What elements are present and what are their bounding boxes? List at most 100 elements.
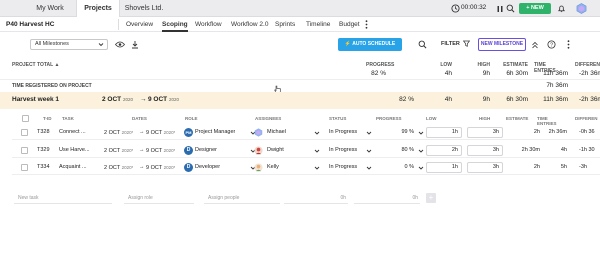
task-time-entries[interactable]: 5h bbox=[542, 160, 567, 175]
auto-schedule-button[interactable]: ⚡ AUTO SCHEDULE bbox=[338, 38, 402, 51]
eye-icon[interactable] bbox=[115, 40, 125, 49]
assign-role-select[interactable]: Assign role bbox=[124, 192, 194, 204]
pause-icon[interactable] bbox=[495, 4, 504, 13]
col-low[interactable]: LOW bbox=[426, 116, 437, 121]
total-high: 9h bbox=[482, 70, 490, 77]
chevron-down-icon[interactable] bbox=[364, 163, 373, 172]
task-start-date[interactable]: 2 OCT 2020* bbox=[104, 160, 133, 175]
nav-workflow-2[interactable]: Workflow 2.0 bbox=[231, 17, 268, 32]
tab-shovels-ltd[interactable]: Shovels Ltd. bbox=[120, 0, 168, 17]
task-end-date[interactable]: 9 OCT 2020* bbox=[146, 160, 175, 175]
nav-scoping[interactable]: Scoping bbox=[162, 17, 188, 32]
col-assignees[interactable]: ASSIGNEES bbox=[255, 116, 281, 121]
task-assignee[interactable]: Kelly bbox=[267, 160, 279, 175]
bell-icon[interactable] bbox=[557, 4, 566, 13]
new-button[interactable]: + NEW bbox=[519, 3, 551, 14]
col-progress[interactable]: PROGRESS bbox=[376, 116, 402, 121]
avatar[interactable] bbox=[576, 3, 587, 14]
task-end-date[interactable]: 9 OCT 2020* bbox=[146, 125, 175, 140]
chevron-down-icon[interactable] bbox=[364, 128, 373, 137]
task-time-entries[interactable]: 4h bbox=[542, 143, 567, 158]
task-assignee[interactable]: Michael bbox=[267, 125, 286, 140]
nav-budget[interactable]: Budget bbox=[339, 17, 360, 32]
nav-workflow[interactable]: Workflow bbox=[195, 17, 222, 32]
col-status[interactable]: STATUS bbox=[329, 116, 346, 121]
chevron-down-icon[interactable] bbox=[416, 146, 425, 155]
task-status[interactable]: In Progress bbox=[329, 143, 357, 158]
col-dates[interactable]: DATES bbox=[132, 116, 147, 121]
new-low-input[interactable]: 0h bbox=[284, 192, 348, 204]
total-progress: 82 % bbox=[371, 70, 386, 77]
divider bbox=[118, 19, 119, 30]
nav-sprints[interactable]: Sprints bbox=[275, 17, 295, 32]
low-input[interactable]: 1h bbox=[426, 162, 462, 173]
task-start-date[interactable]: 2 OCT 2020* bbox=[104, 143, 133, 158]
collapse-icon[interactable] bbox=[531, 40, 539, 49]
col-task[interactable]: TASK bbox=[62, 116, 74, 121]
chevron-up-icon: ▲ bbox=[54, 62, 60, 68]
table-row[interactable]: T329 Use Harve... 2 OCT 2020* → 9 OCT 20… bbox=[12, 143, 600, 158]
assignee-avatar bbox=[254, 163, 263, 172]
task-name[interactable]: Connect ... bbox=[59, 125, 97, 140]
milestone-name[interactable]: Harvest week 1 bbox=[12, 96, 59, 103]
table-row[interactable]: T334 Acquaint ... 2 OCT 2020* → 9 OCT 20… bbox=[12, 160, 600, 175]
project-total-header[interactable]: PROJECT TOTAL ▲ bbox=[12, 62, 59, 68]
filter-icon bbox=[461, 40, 471, 47]
row-checkbox[interactable] bbox=[21, 147, 28, 154]
new-milestone-button[interactable]: NEW MILESTONE bbox=[478, 38, 526, 51]
row-checkbox[interactable] bbox=[21, 164, 28, 171]
chevron-down-icon[interactable] bbox=[416, 163, 425, 172]
task-name[interactable]: Use Harve... bbox=[59, 143, 97, 158]
search-icon[interactable] bbox=[506, 4, 515, 13]
assign-people-select[interactable]: Assign people bbox=[204, 192, 280, 204]
col-tid[interactable]: T-ID bbox=[43, 116, 52, 121]
task-status[interactable]: In Progress bbox=[329, 160, 357, 175]
low-input[interactable]: 1h bbox=[426, 127, 462, 138]
filter-button[interactable]: FILTER bbox=[441, 38, 471, 51]
task-role[interactable]: Project Manager bbox=[195, 125, 235, 140]
task-role[interactable]: Developer bbox=[195, 160, 220, 175]
high-input[interactable]: 3h bbox=[467, 127, 503, 138]
task-status[interactable]: In Progress bbox=[329, 125, 357, 140]
task-time-entries[interactable]: 2h 36m bbox=[542, 125, 567, 140]
row-checkbox[interactable] bbox=[21, 129, 28, 136]
chevron-down-icon[interactable] bbox=[312, 146, 321, 155]
high-input[interactable]: 3h bbox=[467, 145, 503, 156]
tab-projects[interactable]: Projects bbox=[76, 0, 120, 17]
download-icon[interactable] bbox=[131, 40, 139, 49]
select-all-checkbox[interactable] bbox=[22, 115, 29, 122]
chevron-down-icon[interactable] bbox=[312, 128, 321, 137]
chevron-down-icon[interactable] bbox=[416, 128, 425, 137]
clock-icon[interactable] bbox=[451, 4, 460, 13]
milestone-select[interactable]: All Milestones bbox=[30, 39, 108, 50]
add-task-button[interactable]: + bbox=[426, 193, 436, 203]
search-icon[interactable] bbox=[418, 40, 427, 49]
task-assignee[interactable]: Dwight bbox=[267, 143, 284, 158]
timer-display[interactable]: 00:00:32 bbox=[461, 4, 486, 11]
tab-my-work[interactable]: My Work bbox=[28, 0, 72, 17]
col-estimate[interactable]: ESTIMATE bbox=[506, 116, 528, 121]
col-high[interactable]: HIGH bbox=[479, 116, 490, 121]
project-title[interactable]: P40 Harvest HC bbox=[6, 17, 54, 32]
new-task-input[interactable]: New task bbox=[14, 192, 112, 204]
assignee-avatar bbox=[254, 146, 263, 155]
task-role[interactable]: Designer bbox=[195, 143, 217, 158]
task-start-date[interactable]: 2 OCT 2020* bbox=[104, 125, 133, 140]
task-difference: -0h 36 bbox=[579, 129, 595, 135]
more-vertical-icon[interactable] bbox=[565, 40, 571, 49]
col-role[interactable]: ROLE bbox=[185, 116, 198, 121]
chevron-down-icon[interactable] bbox=[364, 146, 373, 155]
nav-timeline[interactable]: Timeline bbox=[306, 17, 330, 32]
nav-overview[interactable]: Overview bbox=[126, 17, 153, 32]
task-name[interactable]: Acquaint ... bbox=[59, 160, 97, 175]
low-input[interactable]: 2h bbox=[426, 145, 462, 156]
col-difference[interactable]: DIFFEREN bbox=[575, 116, 600, 121]
table-row[interactable]: T328 Connect ... 2 OCT 2020* → 9 OCT 202… bbox=[12, 125, 600, 140]
more-vertical-icon[interactable] bbox=[364, 20, 369, 29]
task-end-date[interactable]: 9 OCT 2020* bbox=[146, 143, 175, 158]
high-input[interactable]: 3h bbox=[467, 162, 503, 173]
total-time-entries: 11h 36m bbox=[543, 70, 568, 77]
new-high-input[interactable]: 0h bbox=[354, 192, 420, 204]
help-icon[interactable]: ? bbox=[547, 40, 556, 49]
chevron-down-icon[interactable] bbox=[312, 163, 321, 172]
